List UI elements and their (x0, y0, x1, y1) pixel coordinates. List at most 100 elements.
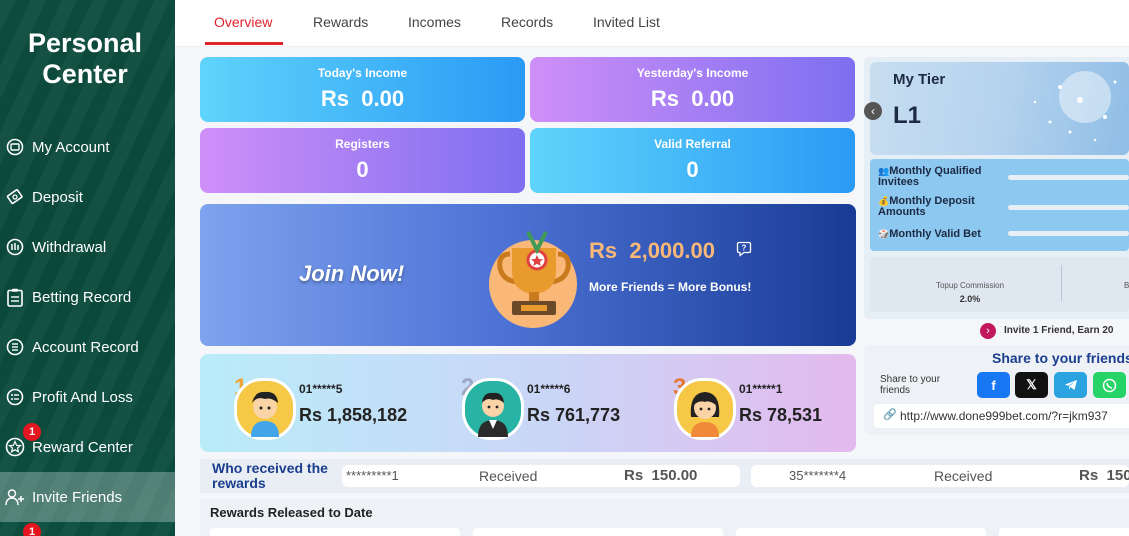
sidebar-item-label: Reward Center (32, 438, 133, 456)
commission-divider (1061, 265, 1062, 301)
released-title: Rewards Released to Date (210, 505, 373, 520)
leader-1-amount: Rs 1,858,182 (299, 405, 408, 425)
received-amount: Rs 150.00 (624, 467, 698, 484)
tier-row-bet: 🎲Monthly Valid Bet (878, 228, 1003, 240)
sidebar-item-betting-record[interactable]: Betting Record (0, 272, 175, 322)
tier-row-label: Monthly Deposit Amounts (878, 195, 975, 218)
sidebar-item-deposit[interactable]: Deposit (0, 172, 175, 222)
released-card (210, 528, 460, 536)
tab-incomes[interactable]: Incomes (408, 14, 461, 30)
invite-earn-banner[interactable]: Invite 1 Friend, Earn 20 (1004, 325, 1113, 336)
avatar (674, 378, 736, 440)
tier-level: L1 (893, 102, 922, 129)
registers-label: Registers (335, 137, 390, 151)
sidebar-item-label: Invite Friends (32, 488, 123, 506)
tab-records[interactable]: Records (501, 14, 553, 30)
progress-bar-bet (1008, 231, 1129, 236)
add-user-icon (5, 487, 25, 507)
sidebar-item-label: My Account (32, 138, 110, 156)
question-bubble-icon[interactable]: ? (736, 241, 752, 257)
received-user: 35*******4 (789, 468, 847, 483)
released-card (736, 528, 986, 536)
leader-2-name: 01*****6 (527, 382, 571, 396)
received-title: Who received the rewards (212, 460, 328, 491)
valid-referral-value: 0 (686, 157, 699, 182)
telegram-share-icon[interactable] (1054, 372, 1087, 398)
list-icon (5, 337, 25, 357)
sidebar-item-label: Profit And Loss (32, 388, 133, 406)
avatar (462, 378, 524, 440)
sidebar-item-account-record[interactable]: Account Record (0, 322, 175, 372)
todays-income-value: Rs 0.00 (320, 86, 405, 111)
sidebar-item-profit-and-loss[interactable]: Profit And Loss (0, 372, 175, 422)
tab-rewards[interactable]: Rewards (313, 14, 368, 30)
yesterdays-income-card: Yesterday's Income Rs 0.00 (530, 57, 855, 122)
registers-value: 0 (356, 157, 369, 182)
tier-row-label: Monthly Valid Bet (889, 228, 981, 240)
report-icon (5, 387, 25, 407)
tier-row-label: Monthly Qualified Invitees (878, 165, 982, 188)
x-share-icon[interactable]: 𝕏 (1015, 372, 1048, 398)
sidebar-item-label: Betting Record (32, 288, 132, 306)
progress-bar-invitees (1008, 175, 1129, 180)
sidebar-title-line1: Personal (27, 28, 143, 58)
top-inviters-panel (200, 354, 856, 452)
withdrawal-icon (5, 237, 25, 257)
join-now-button[interactable]: Join Now! (299, 261, 404, 287)
received-amount: Rs 150 (1079, 467, 1129, 484)
leader-3-amount: Rs 78,531 (739, 405, 823, 425)
leader-1-name: 01*****5 (299, 382, 343, 396)
leader-3-name: 01*****1 (739, 382, 783, 396)
sidebar: Personal Center My Account Deposit Withd… (0, 0, 175, 536)
valid-referral-card: Valid Referral 0 (530, 128, 855, 193)
bonus-amount: Rs 2,000.00 (589, 238, 715, 263)
girl-avatar-icon (690, 392, 720, 437)
bonus-tagline: More Friends = More Bonus! (589, 280, 752, 294)
money-bag-icon: 💰 (878, 196, 890, 206)
sidebar-title: Personal Center (0, 28, 170, 90)
sidebar-title-line2: Center (42, 59, 128, 89)
todays-income-card: Today's Income Rs 0.00 (200, 57, 525, 122)
received-user: *********1 (346, 468, 399, 483)
sidebar-item-withdrawal[interactable]: Withdrawal (0, 222, 175, 272)
sidebar-item-label: Deposit (32, 188, 83, 206)
sidebar-item-my-account[interactable]: My Account (0, 122, 175, 172)
yesterdays-income-label: Yesterday's Income (636, 66, 749, 80)
received-status: Received (934, 468, 993, 484)
todays-income-label: Today's Income (317, 66, 408, 80)
progress-bar-deposit (1008, 205, 1129, 210)
avatar (234, 378, 296, 440)
trophy-icon (489, 231, 577, 328)
tab-invited-list[interactable]: Invited List (593, 14, 660, 30)
active-tab-underline (205, 42, 283, 45)
referral-link-text[interactable]: http://www.done999bet.com/?r=jkm937 (900, 409, 1108, 423)
tier-title: My Tier (893, 71, 946, 88)
released-card (999, 528, 1129, 536)
commission-next-label: B (1124, 281, 1129, 290)
link-icon: 🔗 (883, 409, 897, 421)
received-status: Received (479, 468, 538, 484)
registers-card: Registers 0 (200, 128, 525, 193)
clipboard-icon (5, 287, 25, 307)
deposit-icon (5, 187, 25, 207)
released-card (473, 528, 723, 536)
star-badge-icon (5, 437, 25, 457)
yesterdays-income-value: Rs 0.00 (650, 86, 735, 111)
whatsapp-share-icon[interactable] (1093, 372, 1126, 398)
bottom-badge: 1 (23, 523, 41, 536)
facebook-share-icon[interactable]: f (977, 372, 1010, 398)
sidebar-item-invite-friends[interactable]: Invite Friends (0, 472, 175, 522)
share-label: Share to your friends (880, 374, 941, 396)
received-entry-1: *********1 Received Rs 150.00 (342, 465, 740, 487)
wallet-icon (5, 137, 25, 157)
reward-center-badge: 1 (23, 423, 41, 441)
bet-chip-icon: 🎲 (878, 229, 890, 239)
sidebar-item-label: Withdrawal (32, 238, 107, 256)
boy-avatar-icon (251, 391, 279, 437)
received-entry-2: 35*******4 Received Rs 150 (751, 465, 1129, 487)
chevron-right-icon: › (980, 323, 996, 339)
people-icon: 👥 (878, 166, 890, 176)
tab-overview[interactable]: Overview (214, 14, 272, 30)
man-avatar-icon (478, 392, 508, 437)
tier-prev-arrow-icon[interactable]: ‹ (864, 102, 882, 120)
